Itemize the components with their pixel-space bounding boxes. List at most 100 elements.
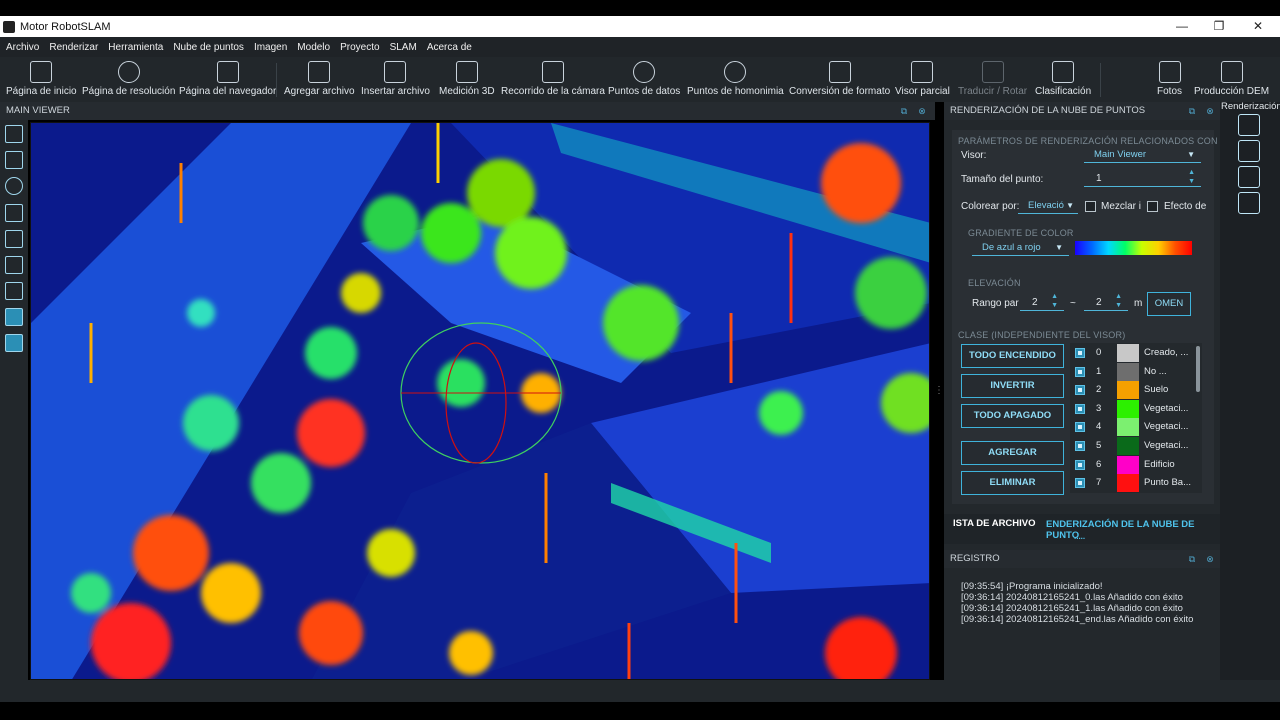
class-row[interactable]: 7 Punto Ba... [1070,474,1196,493]
home-page-button[interactable]: Página de inicio [6,61,77,97]
menu-nube-de-puntos[interactable]: Nube de puntos [173,42,244,53]
point-cloud-viewport[interactable] [30,122,930,680]
mix-checkbox[interactable] [1085,201,1096,212]
all-on-button[interactable]: TODO ENCENDIDO [961,344,1064,368]
translate-rotate-button[interactable]: Traducir / Rotar [958,61,1027,97]
maximize-button[interactable]: ❐ [1199,16,1239,37]
class-color-swatch[interactable] [1117,344,1139,362]
tab-render[interactable]: ENDERIZACIÓN DE LA NUBE DE PUNTO [1046,519,1220,541]
cube-icon[interactable] [1238,166,1260,188]
class-row[interactable]: 3 Vegetaci... [1070,399,1196,418]
effect-checkbox[interactable] [1147,201,1158,212]
homonym-points-button[interactable]: Puntos de homonimia [687,61,784,97]
class-name: Vegetaci... [1144,440,1189,451]
float-icon[interactable]: ⧉ [898,102,910,120]
color-by-select[interactable]: Elevació ▼ [1018,198,1078,214]
range-min-stepper[interactable]: 2 ▲ ▼ [1020,292,1064,311]
class-color-swatch[interactable] [1117,474,1139,493]
menu-proyecto[interactable]: Proyecto [340,42,379,53]
partial-viewer-button[interactable]: Visor parcial [895,61,950,97]
panel-splitter[interactable]: ⋮ [934,385,944,396]
photos-button[interactable]: Fotos [1157,61,1182,97]
class-checkbox[interactable] [1075,348,1085,358]
menu-herramienta[interactable]: Herramienta [108,42,163,53]
point-size-stepper[interactable]: 1 ▲ ▼ [1084,168,1201,187]
status-bar [0,680,1280,702]
class-checkbox[interactable] [1075,422,1085,433]
range-max-stepper[interactable]: 2 ▲ ▼ [1084,292,1128,311]
menu-imagen[interactable]: Imagen [254,42,287,53]
brush-icon[interactable] [1238,192,1260,214]
resolution-page-button[interactable]: Página de resolución [82,61,175,97]
class-checkbox[interactable] [1075,459,1085,470]
viewer-select[interactable]: Main Viewer ▼ [1084,147,1201,163]
layers-icon[interactable] [1238,114,1260,136]
top-view-icon[interactable] [5,204,23,222]
add-class-button[interactable]: AGREGAR [961,441,1064,465]
close-panel-icon[interactable]: ⊗ [916,102,928,120]
camera-path-button[interactable]: Recorrido de la cámara [501,61,605,97]
class-checkbox[interactable] [1075,478,1085,489]
fit-extent-icon[interactable] [5,151,23,169]
float-icon[interactable]: ⧉ [1186,550,1198,568]
effect-label: Efecto de [1164,201,1207,212]
delete-class-button[interactable]: ELIMINAR [961,471,1064,495]
class-checkbox[interactable] [1075,403,1085,414]
menu-slam[interactable]: SLAM [390,42,417,53]
menu-modelo[interactable]: Modelo [297,42,330,53]
front-view-icon[interactable] [5,230,23,248]
orbit-icon[interactable] [5,177,23,195]
close-panel-icon[interactable]: ⊗ [1204,102,1216,120]
stepper-arrows-icon[interactable]: ▲ ▼ [1051,292,1058,310]
add-file-button[interactable]: Agregar archivo [284,61,355,97]
class-checkbox[interactable] [1075,366,1085,377]
class-row[interactable]: 5 Vegetaci... [1070,437,1196,455]
class-checkbox[interactable] [1075,441,1085,451]
class-number: 6 [1096,458,1102,470]
all-off-button[interactable]: TODO APAGADO [961,404,1064,428]
menu-acerca-de[interactable]: Acerca de [427,42,472,53]
menu-archivo[interactable]: Archivo [6,42,39,53]
chevron-down-icon: ▼ [1187,150,1195,159]
tab-file-list[interactable]: ISTA DE ARCHIVO [953,518,1036,529]
class-color-swatch[interactable] [1117,381,1139,400]
iso-view-icon[interactable] [5,308,23,326]
grid-view-icon[interactable] [5,125,23,143]
close-button[interactable]: ✕ [1238,16,1278,37]
minimize-button[interactable]: — [1162,16,1202,37]
toolbar-divider [1100,63,1101,97]
insert-file-button[interactable]: Insertar archivo [361,61,430,97]
linked-circles-icon [724,61,747,83]
class-color-swatch[interactable] [1117,418,1139,437]
class-list-scrollbar[interactable] [1196,346,1200,392]
classification-button[interactable]: Clasificación [1035,61,1091,97]
invert-button[interactable]: INVERTIR [961,374,1064,398]
class-row[interactable]: 6 Edificio [1070,455,1196,474]
stepper-arrows-icon[interactable]: ▲ ▼ [1188,168,1195,186]
pin-plane-icon[interactable] [1238,218,1260,240]
class-checkbox[interactable] [1075,385,1085,396]
class-row[interactable]: 2 Suelo [1070,381,1196,400]
format-conversion-button[interactable]: Conversión de formato [789,61,890,97]
range-apply-button[interactable]: OMEN [1147,292,1191,316]
class-color-swatch[interactable] [1117,437,1139,455]
back-view-icon[interactable] [5,282,23,300]
class-row[interactable]: 0 Creado, ... [1070,344,1196,362]
gradient-select[interactable]: De azul a rojo ▼ [972,240,1069,256]
trees-icon[interactable] [1238,140,1260,162]
class-color-swatch[interactable] [1117,362,1139,381]
measure-3d-button[interactable]: Medición 3D [439,61,495,97]
dem-production-button[interactable]: Producción DEM [1194,61,1269,97]
class-row[interactable]: 4 Vegetaci... [1070,418,1196,437]
data-points-button[interactable]: Puntos de datos [608,61,680,97]
menu-renderizar[interactable]: Renderizar [49,42,98,53]
side-view-icon[interactable] [5,256,23,274]
close-panel-icon[interactable]: ⊗ [1204,550,1216,568]
float-icon[interactable]: ⧉ [1186,102,1198,120]
class-color-swatch[interactable] [1117,399,1139,418]
class-color-swatch[interactable] [1117,455,1139,474]
stepper-arrows-icon[interactable]: ▲ ▼ [1115,292,1122,310]
bottom-view-icon[interactable] [5,334,23,352]
class-row[interactable]: 1 No ... [1070,362,1196,381]
browser-page-button[interactable]: Página del navegador [179,61,276,97]
